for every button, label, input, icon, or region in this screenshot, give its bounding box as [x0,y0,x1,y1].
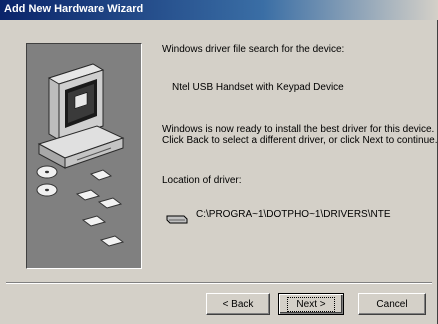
location-label: Location of driver: [162,175,242,186]
cancel-button-label: Cancel [376,298,408,310]
computer-with-cds-icon [36,63,125,247]
wizard-graphic-panel [26,43,142,269]
driver-path: C:\PROGRA~1\DOTPHO~1\DRIVERS\NTE [196,209,391,220]
next-button[interactable]: Next > [278,293,344,315]
separator [6,282,432,284]
cancel-button[interactable]: Cancel [358,293,426,315]
back-button-label: < Back [222,298,254,310]
title-bar[interactable]: Add New Hardware Wizard [0,0,438,20]
device-name: Ntel USB Handset with Keypad Device [172,82,344,93]
wizard-window: Add New Hardware Wizard Windows driver f… [0,0,438,324]
ready-message: Windows is now ready to install the best… [162,124,438,146]
next-button-label: Next > [287,296,335,312]
search-label: Windows driver file search for the devic… [162,44,345,55]
window-title: Add New Hardware Wizard [4,3,144,15]
drive-icon [166,215,188,224]
back-button[interactable]: < Back [206,293,270,315]
